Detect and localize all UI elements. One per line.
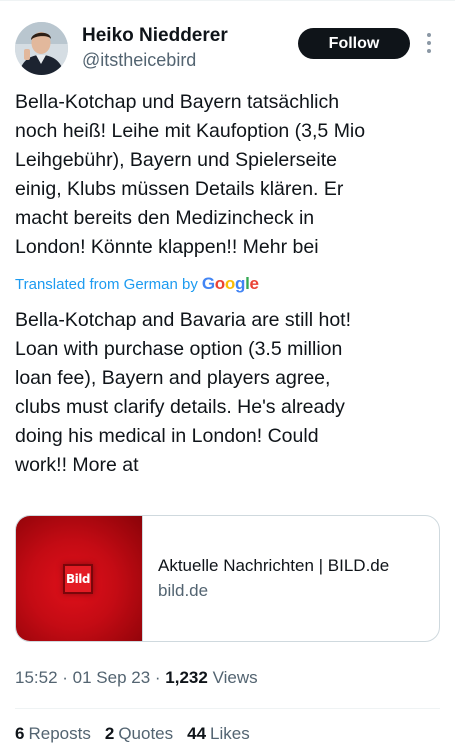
- likes-count: 44: [187, 724, 207, 743]
- follow-button[interactable]: Follow: [298, 28, 410, 59]
- reposts-count: 6: [15, 724, 25, 743]
- author-name[interactable]: Heiko Niedderer: [82, 25, 228, 47]
- card-domain: bild.de: [158, 581, 209, 600]
- translated-line: Bella-Kotchap and Bavaria are still hot!: [15, 309, 352, 331]
- views-label: Views: [212, 668, 258, 687]
- reposts-label: Reposts: [28, 724, 91, 743]
- tweet-line: noch heiß! Leihe mit Kaufoption (3,5 Mio: [15, 120, 366, 142]
- quotes-label: Quotes: [118, 724, 174, 743]
- tweet-date[interactable]: 01 Sep 23: [73, 668, 151, 687]
- profile-photo-icon: [15, 22, 68, 75]
- translated-line: clubs must clarify details. He's already: [15, 396, 345, 418]
- top-divider: [0, 0, 455, 1]
- tweet-meta: 15:52 · 01 Sep 23 · 1,232 Views: [15, 668, 258, 687]
- link-preview-card[interactable]: Bild Aktuelle Nachrichten | BILD.de bild…: [15, 515, 440, 642]
- stats-divider: [15, 708, 440, 709]
- reposts-stat[interactable]: 6 Reposts: [15, 724, 91, 744]
- vertical-ellipsis-icon[interactable]: [424, 33, 434, 53]
- engagement-stats: 6 Reposts 2 Quotes 44 Likes: [15, 724, 264, 744]
- tweet-line: einig, Klubs müssen Details klären. Er: [15, 178, 344, 200]
- quotes-count: 2: [104, 724, 115, 743]
- translated-line: work!! More at: [15, 454, 139, 476]
- author-handle[interactable]: @itstheicebird: [82, 50, 196, 71]
- bild-logo: Bild: [63, 564, 93, 594]
- author-avatar[interactable]: [15, 22, 68, 75]
- tweet-line: Bella-Kotchap und Bayern tatsächlich: [15, 91, 340, 113]
- translated-text: Bella-Kotchap and Bavaria are still hot!…: [15, 306, 440, 480]
- views-count: 1,232: [165, 668, 208, 687]
- google-logo: Google: [201, 274, 259, 293]
- quotes-stat[interactable]: 2 Quotes: [105, 724, 173, 744]
- translated-label: Translated from German by: [15, 275, 198, 293]
- translated-line: doing his medical in London! Could: [15, 425, 319, 447]
- card-thumbnail: Bild: [16, 516, 143, 641]
- tweet-line: Leihgebühr), Bayern und Spielerseite: [15, 149, 337, 171]
- card-title: Aktuelle Nachrichten | BILD.de: [158, 556, 390, 575]
- likes-stat[interactable]: 44 Likes: [187, 724, 250, 744]
- tweet-line: London! Könnte klappen!! Mehr bei: [15, 236, 319, 258]
- translated-from-link[interactable]: Translated from German by Google: [15, 273, 259, 295]
- likes-label: Likes: [210, 724, 250, 743]
- card-body: Aktuelle Nachrichten | BILD.de bild.de: [143, 516, 389, 641]
- translated-line: loan fee), Bayern and players agree,: [15, 367, 331, 389]
- tweet-text: Bella-Kotchap und Bayern tatsächlich noc…: [15, 88, 440, 262]
- tweet-time[interactable]: 15:52: [15, 668, 58, 687]
- tweet-line: macht bereits den Medizincheck in: [15, 207, 315, 229]
- translated-line: Loan with purchase option (3.5 million: [15, 338, 343, 360]
